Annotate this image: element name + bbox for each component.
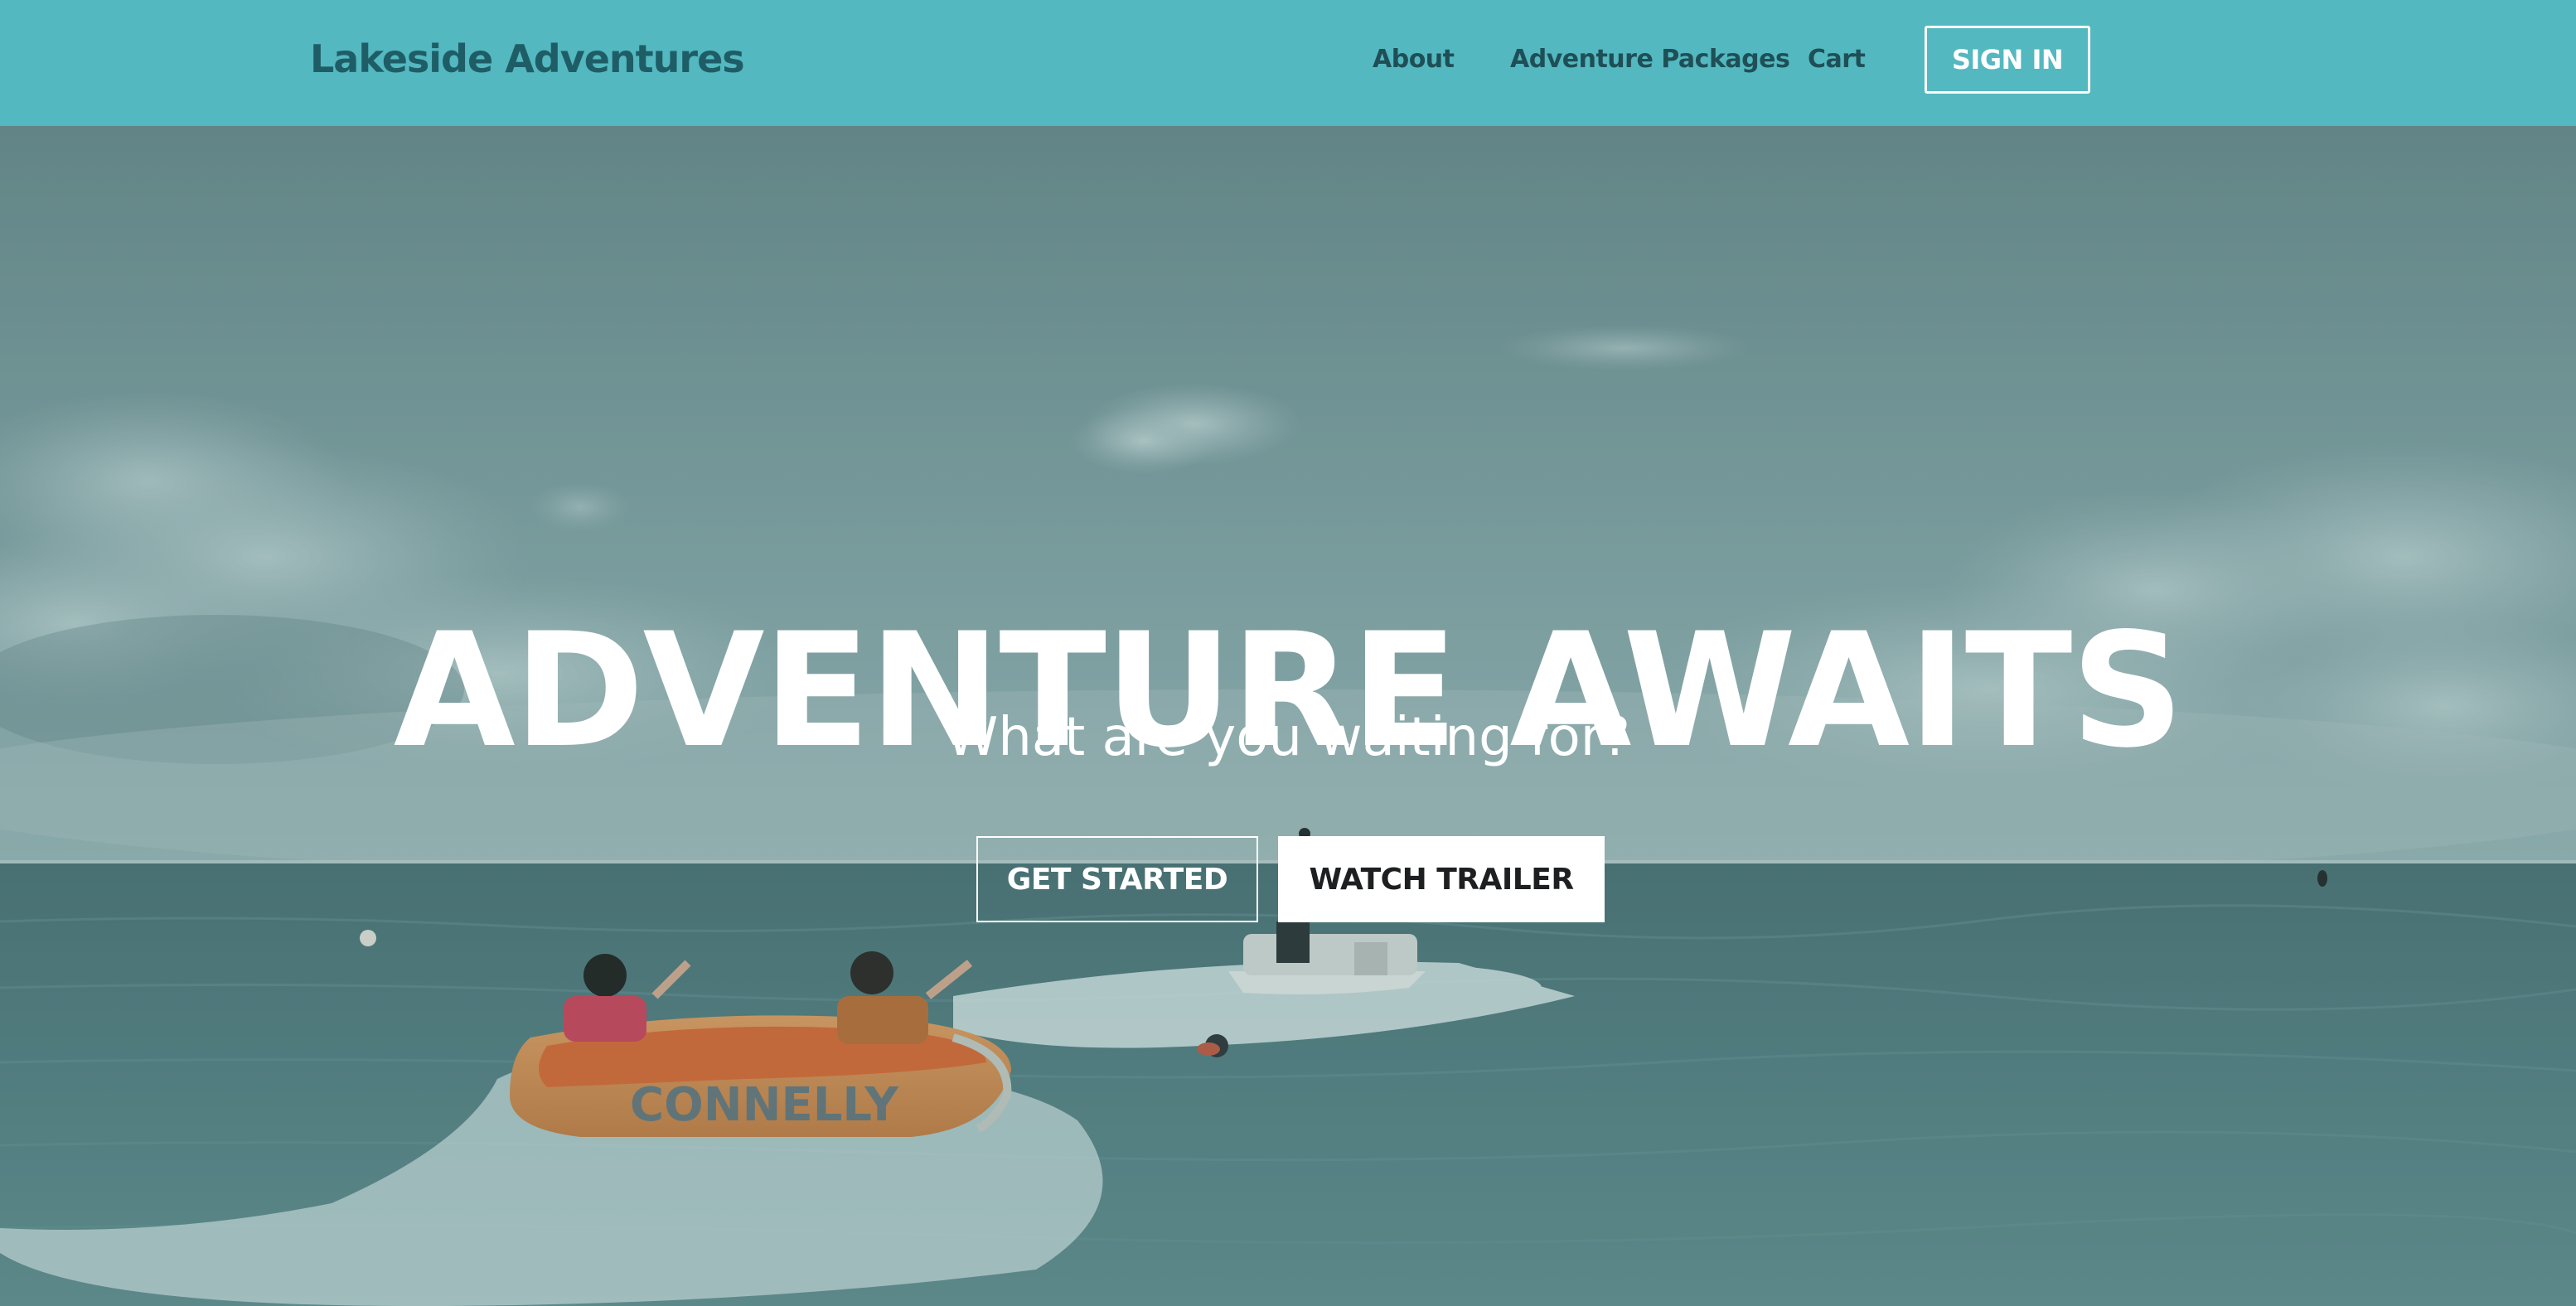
nav-link-cart[interactable]: Cart [1808,45,1866,74]
brand-logo[interactable]: Lakeside Adventures [310,36,745,81]
page: Lakeside Adventures About Adventure Pack… [0,0,2576,1306]
get-started-button[interactable]: GET STARTED [976,836,1258,922]
sign-in-button[interactable]: SIGN IN [1925,26,2090,94]
hero-subtitle: What are you waiting for? [946,707,1630,768]
top-navbar: Lakeside Adventures About Adventure Pack… [0,0,2576,126]
nav-link-adventure-packages[interactable]: Adventure Packages [1510,45,1790,74]
hero-section: CONNELLY ADVENTURE AWAITS What are you w… [0,126,2576,1306]
watch-trailer-button[interactable]: WATCH TRAILER [1278,836,1605,922]
nav-link-about[interactable]: About [1373,45,1455,74]
